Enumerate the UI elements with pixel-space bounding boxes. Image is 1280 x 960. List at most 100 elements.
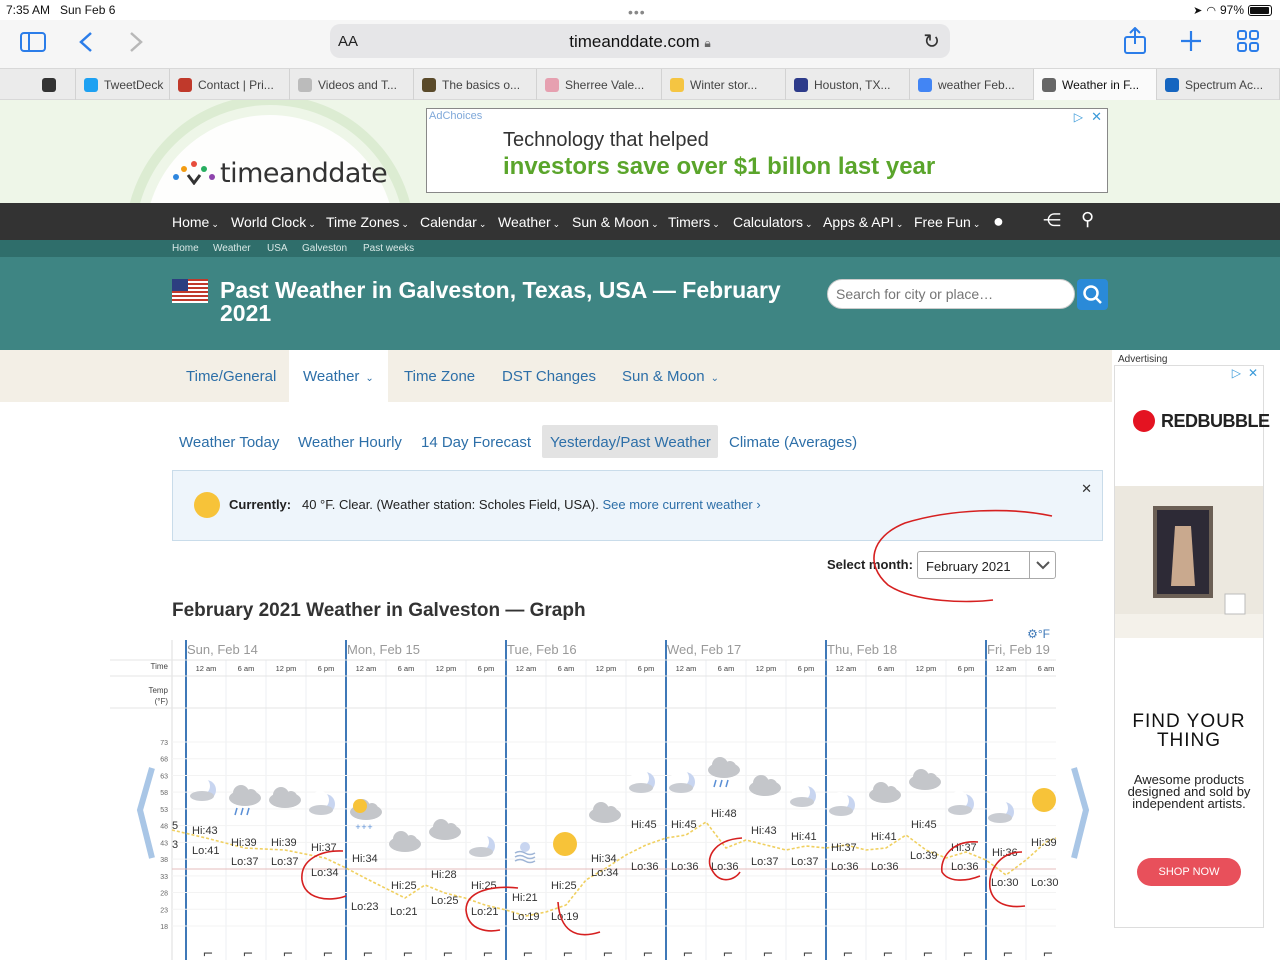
weather-nav-link[interactable]: Yesterday/Past Weather bbox=[550, 434, 711, 451]
address-bar[interactable]: AA timeanddate.com 🔒︎ ↻ bbox=[330, 24, 950, 58]
top-ad-banner[interactable]: AdChoices ▷ ✕ Technology that helped inv… bbox=[426, 108, 1108, 193]
section-tab[interactable]: DST Changes bbox=[502, 368, 596, 385]
search-icon[interactable]: ⚲ bbox=[1081, 209, 1094, 230]
sidebar-icon[interactable] bbox=[20, 32, 46, 52]
y-tick-label: 73 bbox=[160, 740, 168, 747]
hi-lo-label: Lo:36 bbox=[671, 861, 699, 873]
breadcrumb-item[interactable]: Past weeks bbox=[363, 243, 414, 254]
day-header: Sun, Feb 14 bbox=[187, 642, 258, 657]
ad-body: Awesome products designed and sold by in… bbox=[1127, 772, 1251, 811]
nav-item[interactable]: Time Zones ⌄ bbox=[326, 214, 409, 230]
time-tick-label: 12 pm bbox=[276, 664, 297, 673]
hi-lo-label: Lo:30 bbox=[1031, 877, 1059, 889]
section-tab[interactable]: Weather ⌄ bbox=[289, 350, 388, 402]
account-icon[interactable]: ● bbox=[993, 211, 1004, 232]
weather-nav-link[interactable]: 14 Day Forecast bbox=[421, 434, 531, 451]
browser-tab[interactable]: Videos and T... bbox=[290, 69, 414, 100]
hi-lo-label: Lo:37 bbox=[271, 856, 299, 868]
browser-tab[interactable]: Houston, TX... bbox=[786, 69, 910, 100]
nav-item[interactable]: Calendar ⌄ bbox=[420, 214, 486, 230]
forward-icon[interactable] bbox=[128, 31, 144, 53]
nav-item-label: Calculators bbox=[733, 214, 804, 230]
browser-tab-label: Houston, TX... bbox=[814, 77, 891, 92]
wind-direction-icon: ⌐ bbox=[523, 947, 534, 960]
new-tab-icon[interactable] bbox=[1180, 30, 1202, 52]
multitask-dots-icon[interactable]: ••• bbox=[628, 4, 646, 20]
adchoices-label[interactable]: AdChoices bbox=[429, 110, 482, 122]
weather-nav-link[interactable]: Weather Hourly bbox=[298, 434, 402, 451]
chevron-down-icon: ⌄ bbox=[805, 219, 813, 229]
share-icon[interactable] bbox=[1123, 27, 1147, 55]
status-date: Sun Feb 6 bbox=[60, 3, 116, 17]
hi-lo-label: Lo:36 bbox=[871, 861, 899, 873]
ad-info-icon[interactable]: ▷ bbox=[1074, 110, 1083, 124]
tab-overview-icon[interactable] bbox=[1237, 30, 1259, 52]
nav-item[interactable]: Calculators ⌄ bbox=[733, 214, 813, 230]
browser-tab[interactable]: Weather in F... bbox=[1034, 69, 1157, 100]
breadcrumb: Home Weather USA Galveston Past weeks bbox=[0, 240, 1280, 257]
current-text: 40 °F. Clear. (Weather station: Scholes … bbox=[301, 497, 599, 512]
chevron-down-icon: ⌄ bbox=[552, 219, 561, 229]
browser-tab[interactable]: TweetDeck bbox=[76, 69, 170, 100]
ad-shop-now-button[interactable]: SHOP NOW bbox=[1137, 858, 1241, 886]
nav-item[interactable]: Timers ⌄ bbox=[668, 214, 720, 230]
share-network-icon[interactable]: ⋲ bbox=[1043, 210, 1061, 231]
wind-direction-icon: ⌐ bbox=[443, 947, 454, 960]
section-tab[interactable]: Time/General bbox=[186, 368, 276, 385]
status-time: 7:35 AM bbox=[6, 3, 51, 17]
browser-tab[interactable] bbox=[34, 69, 76, 100]
day-header: Fri, Feb 19 bbox=[987, 642, 1050, 657]
weather-nav-link[interactable]: Weather Today bbox=[179, 434, 279, 451]
time-tick-label: 12 am bbox=[996, 664, 1017, 673]
search-field[interactable] bbox=[827, 279, 1075, 309]
section-tab[interactable]: Time Zone bbox=[404, 368, 475, 385]
chevron-down-icon: ⌄ bbox=[478, 219, 487, 229]
scroll-left-arrow-icon[interactable] bbox=[136, 767, 155, 859]
ad-info-icon[interactable]: ▷ bbox=[1232, 366, 1241, 380]
nav-item[interactable]: Sun & Moon ⌄ bbox=[572, 214, 659, 230]
ad-line-2: investors save over $1 billon last year bbox=[503, 153, 936, 180]
nav-item-label: World Clock bbox=[231, 214, 307, 230]
browser-tab[interactable]: The basics o... bbox=[414, 69, 537, 100]
breadcrumb-item[interactable]: Galveston bbox=[302, 243, 347, 254]
browser-tab[interactable]: Sherree Vale... bbox=[537, 69, 662, 100]
status-right: ➤ ◠ 97% bbox=[1193, 3, 1272, 17]
browser-tab[interactable]: weather Feb... bbox=[910, 69, 1034, 100]
breadcrumb-item[interactable]: Home bbox=[172, 243, 199, 254]
search-input[interactable] bbox=[836, 280, 1066, 308]
hi-lo-label: Hi:43 bbox=[192, 825, 218, 837]
browser-tab[interactable]: Spectrum Ac... bbox=[1157, 69, 1280, 100]
scroll-right-arrow-icon[interactable] bbox=[1071, 767, 1090, 859]
nav-item[interactable]: Free Fun ⌄ bbox=[914, 214, 980, 230]
nav-item[interactable]: World Clock ⌄ bbox=[231, 214, 316, 230]
time-tick-label: 6 am bbox=[718, 664, 735, 673]
nav-item[interactable]: Weather ⌄ bbox=[498, 214, 560, 230]
browser-tab[interactable]: Contact | Pri... bbox=[170, 69, 290, 100]
section-tabs: Time/General Weather ⌄ Time Zone DST Changes… bbox=[0, 350, 1112, 402]
time-tick-label: 12 pm bbox=[756, 664, 777, 673]
section-tab[interactable]: Sun & Moon ⌄ bbox=[622, 368, 719, 385]
reload-icon[interactable]: ↻ bbox=[923, 29, 940, 54]
weather-nav-link[interactable]: Climate (Averages) bbox=[729, 434, 857, 451]
y-tick-label: 63 bbox=[160, 773, 168, 780]
right-ad[interactable]: ▷ ✕ REDBUBBLE FIND YOUR THING Awesome pr… bbox=[1114, 365, 1270, 928]
breadcrumb-item[interactable]: Weather bbox=[213, 243, 251, 254]
nav-item[interactable]: Home ⌄ bbox=[172, 214, 219, 230]
hi-lo-label: Hi:28 bbox=[431, 869, 457, 881]
breadcrumb-item[interactable]: USA bbox=[267, 243, 288, 254]
current-more-link[interactable]: See more current weather › bbox=[602, 497, 760, 512]
hi-lo-label: Lo:19 bbox=[551, 911, 579, 923]
wind-direction-icon: ⌐ bbox=[203, 947, 214, 960]
ad-close-icon[interactable]: ✕ bbox=[1091, 109, 1102, 125]
back-icon[interactable] bbox=[78, 31, 94, 53]
search-button[interactable] bbox=[1077, 279, 1108, 310]
site-logo[interactable]: timeanddate bbox=[172, 158, 388, 189]
wifi-icon: ◠ bbox=[1206, 4, 1216, 17]
unit-toggle[interactable]: ⚙°F bbox=[1027, 627, 1050, 641]
browser-tab[interactable]: Winter stor... bbox=[662, 69, 786, 100]
hi-lo-label: Hi:45 bbox=[631, 819, 657, 831]
ad-close-icon[interactable]: ✕ bbox=[1248, 366, 1258, 380]
ad-line-1: Technology that helped bbox=[503, 129, 709, 151]
close-icon[interactable]: ✕ bbox=[1081, 481, 1092, 497]
nav-item[interactable]: Apps & API ⌄ bbox=[823, 214, 903, 230]
